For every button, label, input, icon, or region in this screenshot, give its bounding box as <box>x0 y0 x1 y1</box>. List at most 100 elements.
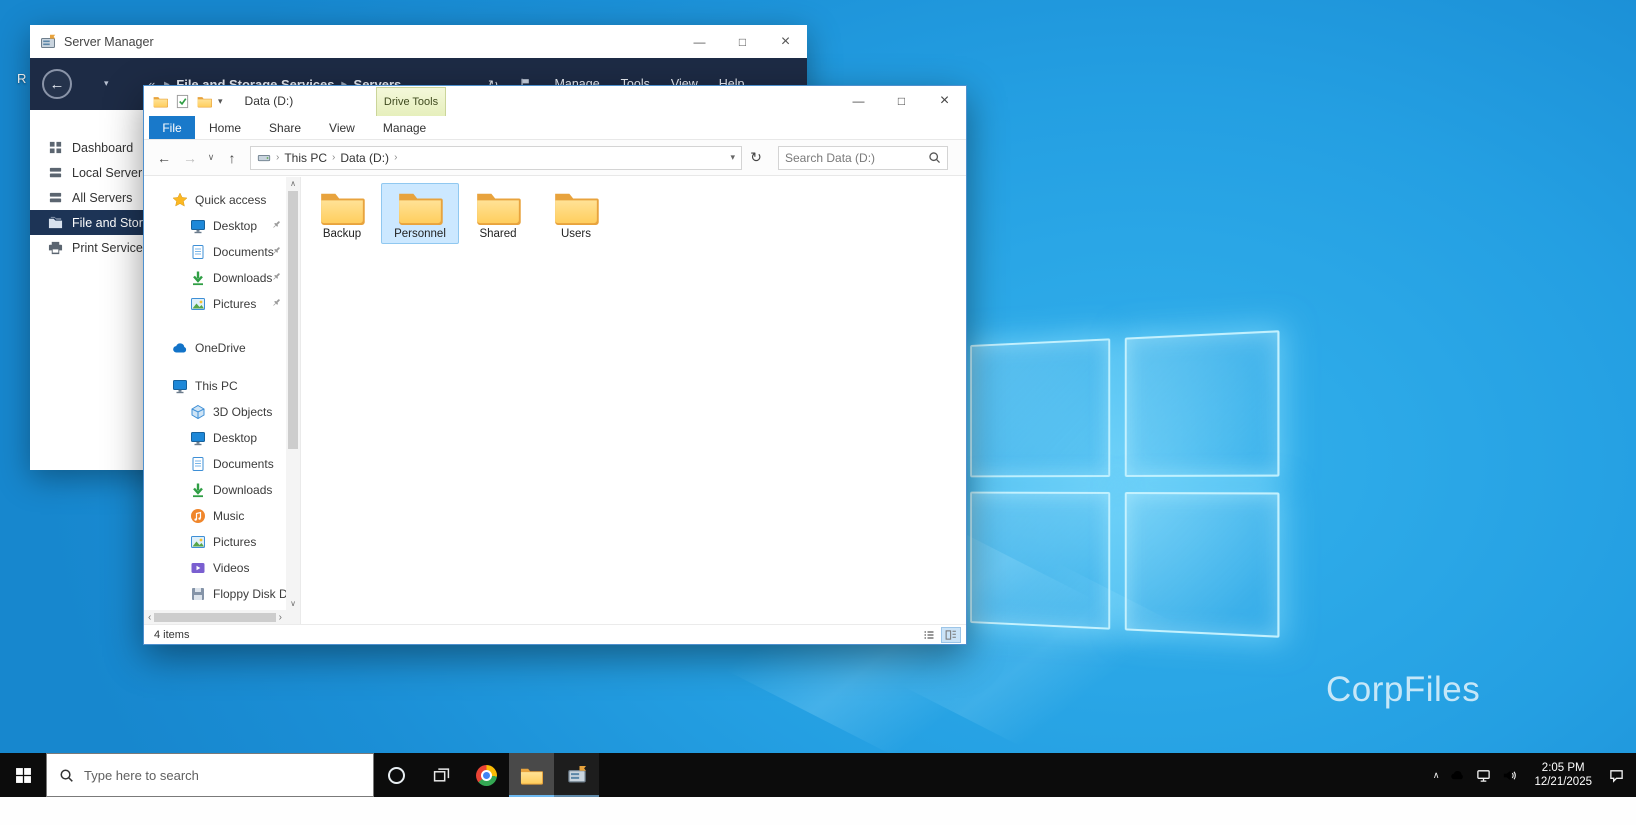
scroll-down-icon[interactable]: ∨ <box>290 599 296 608</box>
minimize-button[interactable]: — <box>678 25 721 58</box>
ribbon-tab[interactable]: File <box>149 116 195 139</box>
explorer-window-title: Data (D:) <box>244 94 294 108</box>
folder-tile[interactable]: Personnel <box>381 183 459 244</box>
crumb-separator-icon: › <box>332 152 336 163</box>
nav-pane-item[interactable]: Documents <box>144 451 286 477</box>
address-bar: ← → ∨ ↑ › This PC › Data (D:) › ▾ ↻ Sear… <box>144 140 966 176</box>
forward-button[interactable]: → <box>178 146 202 170</box>
explorer-titlebar[interactable]: ▾ Data (D:) Drive Tools — □ × <box>144 86 966 116</box>
scrollbar-thumb[interactable] <box>288 191 298 449</box>
folder-name: Backup <box>322 228 362 240</box>
explorer-app-icon <box>152 93 168 109</box>
monitor-icon <box>190 218 206 234</box>
onedrive-cloud-icon[interactable] <box>1450 768 1465 783</box>
folder-tile[interactable]: Backup <box>303 183 381 244</box>
clock-time: 2:05 PM <box>1541 761 1585 774</box>
nav-pane-item[interactable]: Music <box>144 503 286 529</box>
vertical-scrollbar[interactable]: ∧ ∨ <box>286 177 300 610</box>
taskbar-search-box[interactable] <box>46 753 374 797</box>
address-box[interactable]: › This PC › Data (D:) › ▾ <box>250 145 742 170</box>
breadcrumb-item[interactable]: This PC › <box>284 151 335 165</box>
recent-locations-icon[interactable]: ∨ <box>204 146 218 170</box>
doc-icon <box>190 456 206 472</box>
details-view-button[interactable] <box>919 627 939 643</box>
maximize-button[interactable]: □ <box>721 25 764 58</box>
item-count: 4 items <box>154 628 190 641</box>
close-button[interactable]: × <box>764 25 807 58</box>
ribbon-tab[interactable]: View <box>315 116 369 139</box>
back-dropdown-icon[interactable]: ▾ <box>104 78 109 89</box>
desktop-icon-label-partial: R <box>17 71 27 86</box>
windows-logo-icon <box>15 767 32 784</box>
nav-pane-item[interactable]: Pictures <box>144 529 286 555</box>
scroll-left-icon[interactable]: ‹ <box>148 612 151 623</box>
taskbar-clock[interactable]: 2:05 PM 12/21/2025 <box>1534 761 1592 790</box>
file-explorer-button[interactable] <box>509 753 554 797</box>
nav-pane-item[interactable]: OneDrive <box>144 335 286 361</box>
breadcrumb-item[interactable]: Data (D:) › <box>340 151 397 165</box>
nav-pane-item[interactable]: Downloads <box>144 265 286 291</box>
nav-pane-item[interactable]: 3D Objects <box>144 399 286 425</box>
server-manager-titlebar[interactable]: Server Manager — □ × <box>30 25 807 58</box>
scroll-right-icon[interactable]: › <box>279 612 282 623</box>
floppy-icon <box>190 586 206 602</box>
back-button[interactable]: ← <box>42 69 72 99</box>
task-view-button[interactable] <box>419 753 464 797</box>
cortana-button[interactable] <box>374 753 419 797</box>
action-center-icon[interactable] <box>1609 768 1624 783</box>
new-folder-icon[interactable] <box>196 93 212 109</box>
nav-pane-item[interactable]: Quick access <box>144 187 286 213</box>
crumb-separator-icon: › <box>276 152 280 163</box>
explorer-search-box[interactable] <box>778 145 948 170</box>
ribbon-tab[interactable]: Manage <box>373 116 436 139</box>
corpfiles-watermark: CorpFiles <box>1326 670 1481 709</box>
network-icon[interactable] <box>1476 768 1491 783</box>
up-button[interactable]: ↑ <box>220 146 244 170</box>
folder-icon <box>475 189 521 225</box>
server-manager-button[interactable] <box>554 753 599 797</box>
status-bar: 4 items <box>144 624 966 644</box>
properties-icon[interactable] <box>174 93 190 109</box>
nav-pane-item[interactable]: Desktop <box>144 213 286 239</box>
nav-pane-item[interactable]: Videos <box>144 555 286 581</box>
ribbon-tab[interactable]: Home <box>195 116 255 139</box>
server-manager-app-icon <box>40 34 56 50</box>
nav-pane-item[interactable]: Downloads <box>144 477 286 503</box>
music-icon <box>190 508 206 524</box>
chrome-button[interactable] <box>464 753 509 797</box>
scroll-up-icon[interactable]: ∧ <box>290 179 296 188</box>
server-icon <box>48 190 63 205</box>
volume-icon[interactable] <box>1502 768 1517 783</box>
large-icons-view-button[interactable] <box>941 626 961 643</box>
system-tray: ∧ 2:05 PM 12/21/2025 <box>1433 753 1636 797</box>
nav-pane-item[interactable]: This PC <box>144 373 286 399</box>
minimize-button[interactable]: — <box>837 86 880 116</box>
logo-pane <box>1124 330 1280 477</box>
folder-name: Personnel <box>394 228 446 240</box>
logo-pane <box>970 338 1110 477</box>
scrollbar-thumb[interactable] <box>154 612 276 622</box>
hidden-icons-chevron-icon[interactable]: ∧ <box>1433 770 1440 781</box>
refresh-icon[interactable]: ↻ <box>744 146 768 170</box>
nav-pane-item[interactable]: Pictures <box>144 291 286 317</box>
close-button[interactable]: × <box>923 86 966 116</box>
back-button[interactable]: ← <box>152 146 176 170</box>
horizontal-scrollbar[interactable]: ‹ › <box>144 610 286 624</box>
cloud-icon <box>172 340 188 356</box>
nav-pane-item[interactable]: Documents <box>144 239 286 265</box>
explorer-search-input[interactable] <box>785 150 924 165</box>
folder-tile[interactable]: Shared <box>459 183 537 244</box>
wallpaper-windows-logo <box>868 248 1366 720</box>
nav-pane-item[interactable]: Floppy Disk Dr <box>144 581 286 607</box>
folder-view[interactable]: Backup Personnel Shared Users <box>301 177 966 624</box>
taskbar-search-input[interactable] <box>84 767 361 783</box>
start-button[interactable] <box>0 753 46 797</box>
ribbon-tab[interactable]: Share <box>255 116 315 139</box>
nav-pane-item[interactable]: Desktop <box>144 425 286 451</box>
maximize-button[interactable]: □ <box>880 86 923 116</box>
folder-tile[interactable]: Users <box>537 183 615 244</box>
file-explorer-icon <box>520 766 543 785</box>
qat-customize-icon[interactable]: ▾ <box>218 96 223 107</box>
drive-tools-contextual-tab[interactable]: Drive Tools <box>376 87 446 116</box>
address-dropdown-icon[interactable]: ▾ <box>730 152 735 163</box>
